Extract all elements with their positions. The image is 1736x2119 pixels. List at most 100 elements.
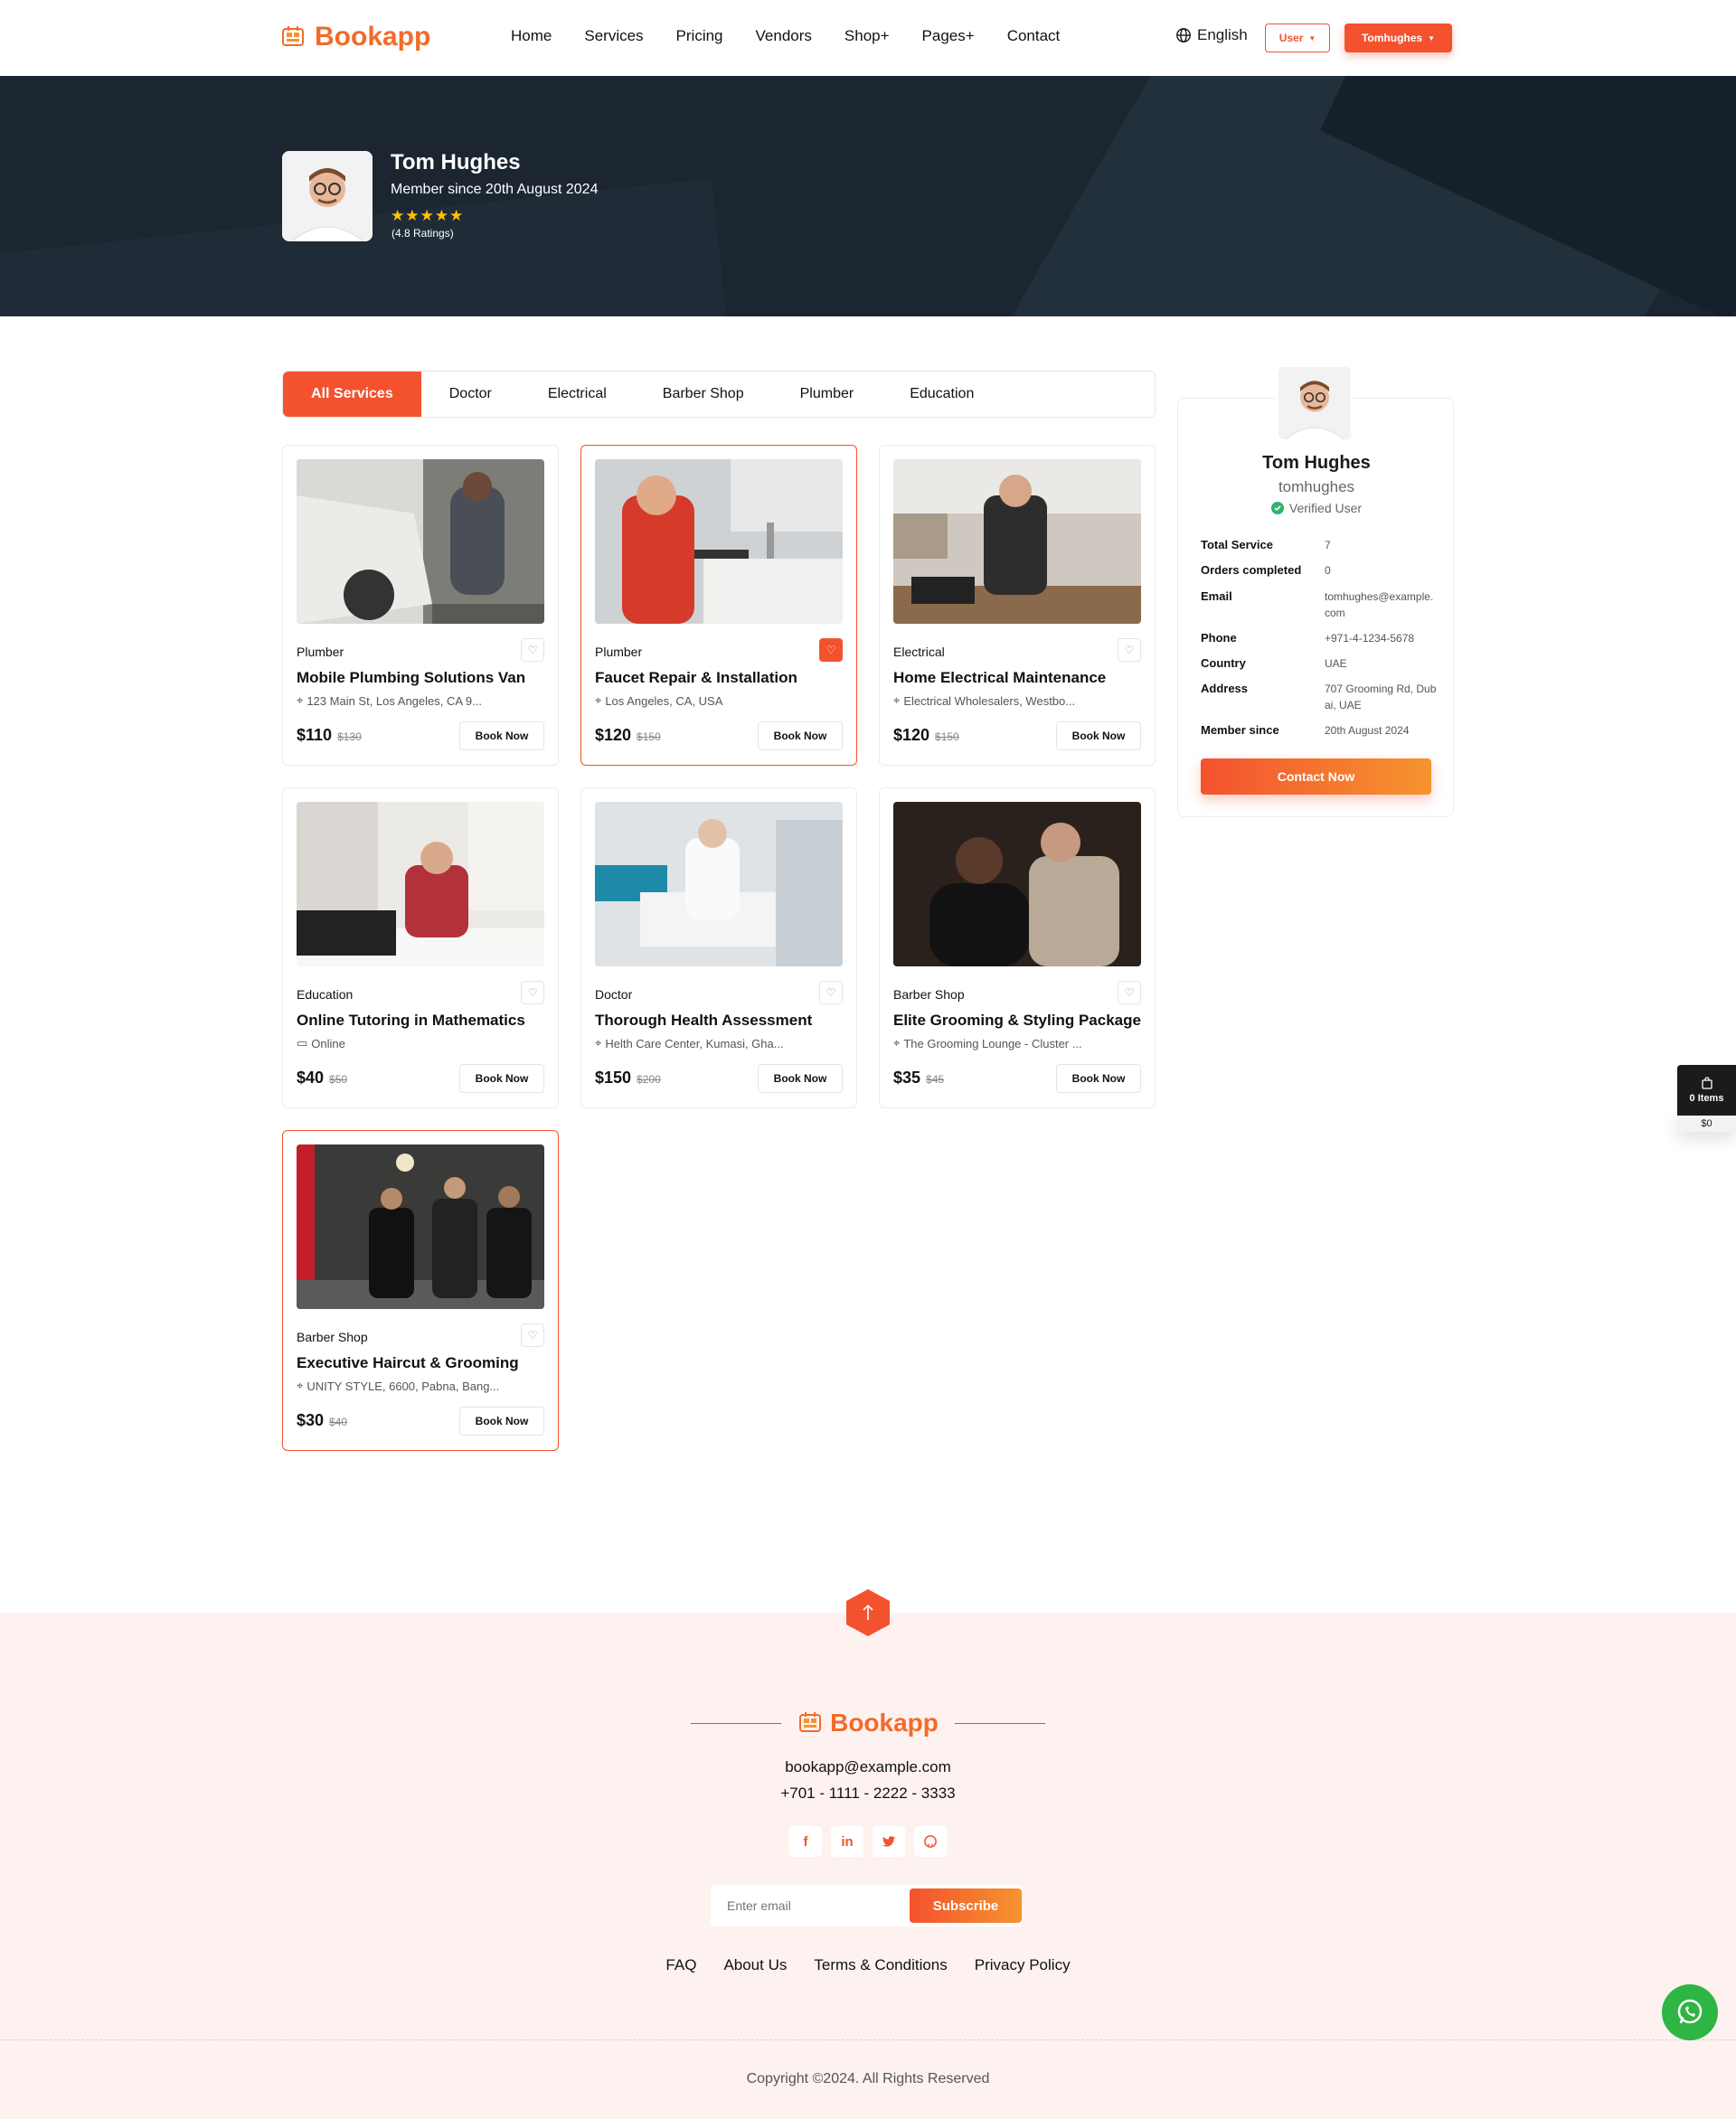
detail-value: 7 <box>1325 539 1331 551</box>
hero-ratings: (4.8 Ratings) <box>392 227 454 240</box>
footer-brand: Bookapp <box>0 1709 1736 1738</box>
contact-now-button[interactable]: Contact Now <box>1201 758 1431 795</box>
tab-plumber[interactable]: Plumber <box>772 372 882 417</box>
favorite-button[interactable]: ♡ <box>521 981 544 1004</box>
service-price: $30 $40 <box>297 1411 347 1430</box>
tab-all-services[interactable]: All Services <box>283 372 421 417</box>
whatsapp-button[interactable] <box>1662 1984 1718 2040</box>
linkedin-icon[interactable]: in <box>831 1826 863 1857</box>
detail-value: 20th August 2024 <box>1325 724 1410 737</box>
language-label: English <box>1197 26 1248 43</box>
globe-icon <box>1176 28 1191 42</box>
tab-education[interactable]: Education <box>882 372 1002 417</box>
nav-services[interactable]: Services <box>584 27 643 45</box>
detail-value: tomhughes@example.com <box>1325 590 1434 619</box>
video-icon: ▭ <box>297 1036 308 1050</box>
favorite-button[interactable]: ♡ <box>521 638 544 662</box>
nav-home[interactable]: Home <box>511 27 552 45</box>
price-old: $200 <box>637 1073 661 1086</box>
book-now-button[interactable]: Book Now <box>459 1407 544 1436</box>
service-image[interactable] <box>893 459 1141 624</box>
scroll-to-top-button[interactable] <box>843 1587 893 1638</box>
heart-icon: ♡ <box>527 644 538 656</box>
favorite-button[interactable]: ♡ <box>1118 638 1141 662</box>
profile-username: tomhughes <box>1278 478 1355 495</box>
logo-icon <box>282 26 304 46</box>
profile-hero: Tom Hughes Member since 20th August 2024… <box>0 76 1736 316</box>
footer-link-faq[interactable]: FAQ <box>665 1956 696 1974</box>
tab-barber-shop[interactable]: Barber Shop <box>635 372 772 417</box>
service-title[interactable]: Mobile Plumbing Solutions Van <box>297 669 525 687</box>
divider-line <box>691 1722 782 1724</box>
service-card[interactable]: Doctor ♡ Thorough Health Assessment ⌖ Hel… <box>580 787 857 1108</box>
account-dropdown-button[interactable]: Tomhughes ▼ <box>1344 24 1452 52</box>
service-card[interactable]: Plumber ♡ Mobile Plumbing Solutions Van … <box>282 445 559 766</box>
nav-pricing[interactable]: Pricing <box>676 27 723 45</box>
github-icon[interactable] <box>914 1826 947 1857</box>
service-card[interactable]: Plumber ♡ Faucet Repair & Installation ⌖… <box>580 445 857 766</box>
book-now-button[interactable]: Book Now <box>459 721 544 750</box>
book-now-button[interactable]: Book Now <box>1056 721 1141 750</box>
site-footer <box>0 1613 1736 2119</box>
service-price: $120 $150 <box>893 726 959 745</box>
account-button-label: Tomhughes <box>1361 32 1423 44</box>
service-title[interactable]: Home Electrical Maintenance <box>893 669 1106 687</box>
heart-icon: ♡ <box>527 1329 538 1342</box>
service-location: ⌖ Electrical Wholesalers, Westbo... <box>893 693 1075 708</box>
tab-doctor[interactable]: Doctor <box>421 372 520 417</box>
heart-icon: ♡ <box>527 986 538 999</box>
book-now-button[interactable]: Book Now <box>758 1064 843 1093</box>
verified-label: Verified User <box>1288 501 1363 515</box>
service-image[interactable] <box>297 1144 544 1309</box>
tab-electrical[interactable]: Electrical <box>520 372 635 417</box>
service-image[interactable] <box>297 802 544 966</box>
nav-pages[interactable]: Pages+ <box>922 27 975 45</box>
favorite-button[interactable]: ♡ <box>819 981 843 1004</box>
favorite-button[interactable]: ♡ <box>521 1323 544 1347</box>
subscribe-email-input[interactable] <box>711 1885 910 1926</box>
cart-widget[interactable]: 0 Items <box>1677 1065 1736 1116</box>
service-image[interactable] <box>893 802 1141 966</box>
footer-link-privacy[interactable]: Privacy Policy <box>975 1956 1071 1974</box>
service-tabs: All Services Doctor Electrical Barber Sh… <box>282 371 1156 418</box>
facebook-icon[interactable]: f <box>789 1826 822 1857</box>
footer-email[interactable]: bookapp@example.com <box>0 1758 1736 1776</box>
service-price: $150 $200 <box>595 1069 661 1088</box>
service-location: ⌖ Helth Care Center, Kumasi, Gha... <box>595 1036 784 1050</box>
brand-logo[interactable]: Bookapp <box>280 22 430 52</box>
nav-contact[interactable]: Contact <box>1007 27 1061 45</box>
language-selector[interactable]: English <box>1175 26 1248 44</box>
service-price: $120 $150 <box>595 726 661 745</box>
caret-down-icon: ▼ <box>1308 33 1316 42</box>
twitter-icon[interactable] <box>873 1826 905 1857</box>
service-image[interactable] <box>297 459 544 624</box>
book-now-button[interactable]: Book Now <box>758 721 843 750</box>
service-title[interactable]: Elite Grooming & Styling Package <box>893 1012 1141 1030</box>
service-image[interactable] <box>595 459 843 624</box>
service-title[interactable]: Executive Haircut & Grooming <box>297 1354 519 1372</box>
service-image[interactable] <box>595 802 843 966</box>
user-dropdown-button[interactable]: User ▼ <box>1265 24 1330 52</box>
book-now-button[interactable]: Book Now <box>1056 1064 1141 1093</box>
service-card[interactable]: Barber Shop ♡ Elite Grooming & Styling P… <box>879 787 1156 1108</box>
shopping-bag-icon <box>1701 1077 1712 1089</box>
nav-vendors[interactable]: Vendors <box>756 27 812 45</box>
favorite-button[interactable]: ♡ <box>819 638 843 662</box>
favorite-button[interactable]: ♡ <box>1118 981 1141 1004</box>
service-title[interactable]: Online Tutoring in Mathematics <box>297 1012 525 1030</box>
footer-phone[interactable]: +701 - 1111 - 2222 - 3333 <box>0 1785 1736 1803</box>
service-card[interactable]: Electrical ♡ Home Electrical Maintenance… <box>879 445 1156 766</box>
service-title[interactable]: Faucet Repair & Installation <box>595 669 797 687</box>
main-nav: Home Services Pricing Vendors Shop+ Page… <box>511 27 1060 45</box>
detail-label: Member since <box>1201 723 1279 737</box>
service-title[interactable]: Thorough Health Assessment <box>595 1012 812 1030</box>
subscribe-button[interactable]: Subscribe <box>910 1888 1022 1923</box>
hero-avatar <box>282 151 373 241</box>
footer-link-about[interactable]: About Us <box>723 1956 787 1974</box>
price-current: $120 <box>595 726 632 744</box>
book-now-button[interactable]: Book Now <box>459 1064 544 1093</box>
service-card[interactable]: Barber Shop ♡ Executive Haircut & Groomi… <box>282 1130 559 1451</box>
footer-link-terms[interactable]: Terms & Conditions <box>814 1956 947 1974</box>
nav-shop[interactable]: Shop+ <box>844 27 890 45</box>
service-card[interactable]: Education ♡ Online Tutoring in Mathemati… <box>282 787 559 1108</box>
